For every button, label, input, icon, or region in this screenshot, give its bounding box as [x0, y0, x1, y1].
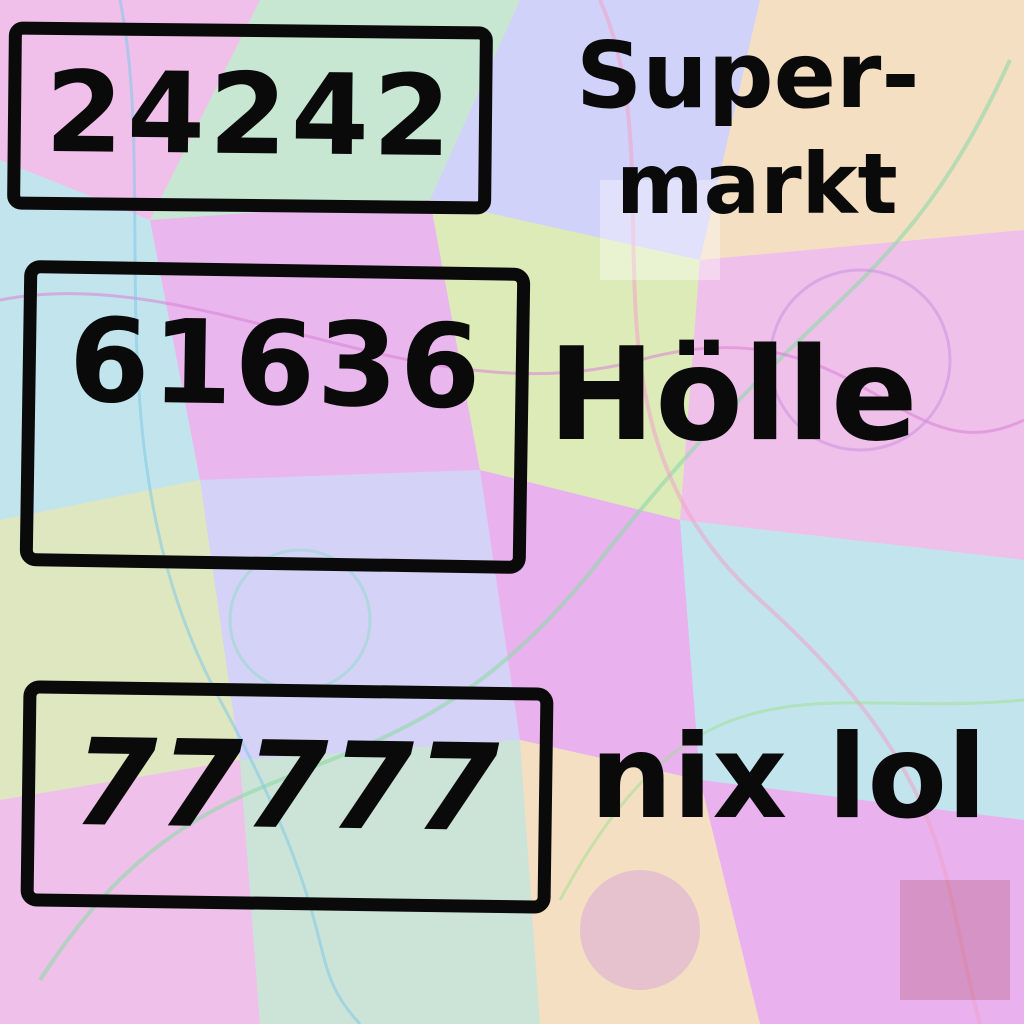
label-1-line-2: markt — [616, 135, 898, 233]
code-2: 61636 — [67, 293, 484, 436]
code-box-2: 61636 — [19, 260, 531, 574]
code-1: 24242 — [44, 47, 456, 183]
code-box-3: 77777 — [20, 680, 554, 914]
label-2: Hölle — [548, 321, 918, 470]
label-1-line-1: Super- — [576, 22, 920, 129]
code-box-1: 24242 — [7, 21, 493, 215]
code-3: 77777 — [72, 714, 502, 859]
label-3: nix lol — [590, 710, 987, 845]
